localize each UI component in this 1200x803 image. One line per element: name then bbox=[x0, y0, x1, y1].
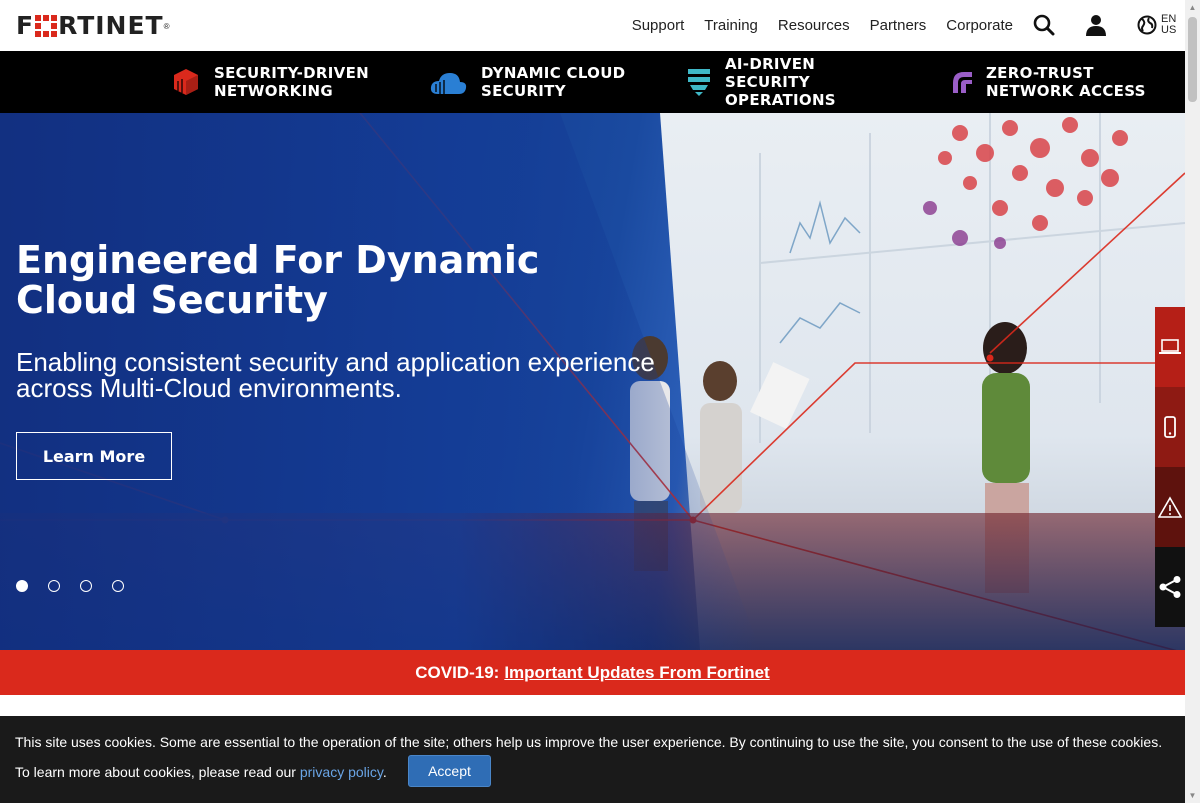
warning-triangle-icon bbox=[1158, 496, 1182, 518]
product-line1: AI-Driven Security bbox=[725, 55, 816, 91]
region-code: US bbox=[1161, 24, 1177, 36]
covid-updates-link[interactable]: Important Updates From Fortinet bbox=[504, 663, 769, 683]
shield-layers-icon bbox=[688, 69, 710, 96]
side-quick-links bbox=[1155, 307, 1185, 627]
product-label: Security-Driven Networking bbox=[214, 64, 389, 100]
fingerprint-arc-icon bbox=[953, 72, 972, 93]
page-scrollbar[interactable]: ▲ ▼ bbox=[1185, 0, 1200, 803]
product-line1: Security-Driven bbox=[214, 64, 369, 82]
product-zero-trust-network-access[interactable]: Zero-Trust Network Access bbox=[952, 64, 1161, 100]
side-tab-mobile[interactable] bbox=[1155, 387, 1185, 467]
nav-corporate[interactable]: Corporate bbox=[946, 17, 1013, 34]
product-label: Dynamic Cloud Security bbox=[481, 64, 656, 100]
laptop-icon bbox=[1159, 339, 1181, 354]
product-line2: Network Access bbox=[986, 82, 1146, 100]
network-cube-icon bbox=[174, 69, 198, 95]
product-label: AI-Driven Security Operations bbox=[725, 55, 900, 109]
side-tab-alert[interactable] bbox=[1155, 467, 1185, 547]
nav-partners[interactable]: Partners bbox=[870, 17, 927, 34]
hero-banner: Engineered For Dynamic Cloud Security En… bbox=[0, 113, 1185, 650]
cookie-banner: This site uses cookies. Some are essenti… bbox=[0, 716, 1185, 803]
carousel-dot-3[interactable] bbox=[80, 580, 92, 592]
logo-trademark: ® bbox=[163, 21, 170, 31]
covid-banner: COVID-19: Important Updates From Fortine… bbox=[0, 650, 1185, 695]
scroll-down-arrow-icon[interactable]: ▼ bbox=[1185, 788, 1200, 803]
search-icon[interactable] bbox=[1032, 13, 1056, 37]
carousel-dots bbox=[16, 580, 124, 592]
side-tab-share[interactable] bbox=[1155, 547, 1185, 627]
covid-prefix: COVID-19: bbox=[415, 662, 500, 682]
cookie-privacy-suffix: . bbox=[382, 764, 387, 780]
carousel-dot-4[interactable] bbox=[112, 580, 124, 592]
product-label: Zero-Trust Network Access bbox=[986, 64, 1161, 100]
side-tab-desktop[interactable] bbox=[1155, 307, 1185, 387]
cookie-privacy-prefix: To learn more about cookies, please read… bbox=[15, 764, 300, 780]
product-line2: Security bbox=[481, 82, 566, 100]
scroll-up-arrow-icon[interactable]: ▲ bbox=[1185, 0, 1200, 15]
product-ai-driven-security-operations[interactable]: AI-Driven Security Operations bbox=[687, 55, 900, 109]
carousel-dot-1[interactable] bbox=[16, 580, 28, 592]
fortinet-logo[interactable]: F RTINET ® bbox=[16, 11, 170, 40]
privacy-policy-link[interactable]: privacy policy bbox=[300, 764, 383, 780]
cookie-message: This site uses cookies. Some are essenti… bbox=[15, 734, 1163, 750]
nav-resources[interactable]: Resources bbox=[778, 17, 850, 34]
carousel-dot-2[interactable] bbox=[48, 580, 60, 592]
product-line1: Dynamic Cloud bbox=[481, 64, 626, 82]
logo-text-right: RTINET bbox=[58, 11, 164, 40]
nav-training[interactable]: Training bbox=[704, 17, 758, 34]
language-selector[interactable]: EN US bbox=[1137, 14, 1176, 36]
product-dynamic-cloud-security[interactable]: Dynamic Cloud Security bbox=[430, 64, 656, 100]
globe-icon bbox=[1137, 15, 1157, 35]
hero-subtitle: Enabling consistent security and applica… bbox=[16, 347, 655, 403]
learn-more-button[interactable]: Learn More bbox=[16, 432, 172, 480]
hero-title: Engineered For Dynamic Cloud Security bbox=[16, 238, 540, 322]
smartphone-icon bbox=[1164, 416, 1176, 438]
user-account-icon[interactable] bbox=[1084, 13, 1108, 37]
product-line2: Networking bbox=[214, 82, 333, 100]
top-nav: Support Training Resources Partners Corp… bbox=[632, 0, 1013, 51]
nav-support[interactable]: Support bbox=[632, 17, 685, 34]
product-nav: Security-Driven Networking Dynamic Cloud S… bbox=[0, 51, 1185, 113]
product-security-driven-networking[interactable]: Security-Driven Networking bbox=[172, 64, 389, 100]
cloud-icon bbox=[430, 73, 467, 94]
product-line2: Operations bbox=[725, 91, 836, 109]
accept-cookies-button[interactable]: Accept bbox=[408, 755, 491, 787]
scroll-thumb[interactable] bbox=[1188, 17, 1197, 102]
product-line1: Zero-Trust bbox=[986, 64, 1094, 82]
cookie-privacy-line: To learn more about cookies, please read… bbox=[15, 764, 387, 780]
share-icon bbox=[1159, 576, 1181, 598]
logo-text-left: F bbox=[16, 11, 35, 40]
language-label: EN US bbox=[1161, 14, 1176, 36]
top-header: F RTINET ® Support Training Resources Pa… bbox=[0, 0, 1185, 51]
logo-grid-mark bbox=[35, 15, 58, 37]
